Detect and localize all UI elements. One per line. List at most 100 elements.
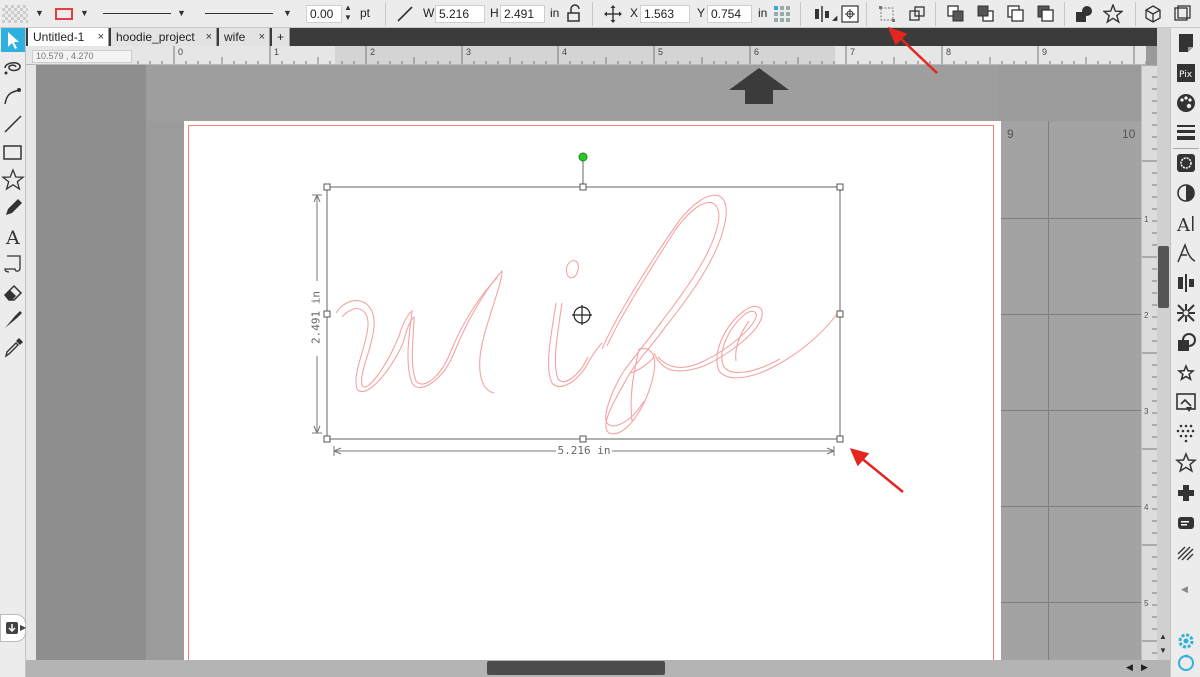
line-dash-dropdown-icon[interactable]: ▼ — [283, 8, 292, 18]
replicate-icon[interactable] — [1175, 302, 1197, 324]
center-to-page-icon[interactable] — [840, 4, 860, 24]
width-label: W — [423, 6, 435, 20]
send-backward-icon[interactable] — [1036, 4, 1056, 24]
star-library-icon[interactable] — [1175, 452, 1197, 474]
tab-wife[interactable]: wife × — [219, 28, 270, 46]
download-icon — [6, 622, 18, 634]
text-icon[interactable]: A — [1, 224, 25, 248]
tab-close-icon[interactable]: × — [206, 28, 212, 46]
height-input[interactable]: 2.491 — [500, 5, 545, 23]
resize-handles — [323, 183, 844, 443]
library-cloud-icon[interactable] — [1172, 4, 1192, 24]
fill-pattern-swatch[interactable] — [2, 5, 28, 23]
eyedropper-icon[interactable] — [1, 336, 25, 360]
text-style-icon[interactable]: A — [1175, 212, 1197, 234]
reference-point-grid-icon[interactable] — [772, 4, 792, 24]
lock-aspect-icon[interactable] — [564, 4, 584, 24]
vruler-label-5: 5 — [1144, 599, 1149, 608]
y-position-input[interactable]: 0.754 — [707, 5, 752, 23]
page-setup-icon[interactable] — [1175, 32, 1197, 54]
horizontal-ruler: 10.579 , 4.270 0 1 2 3 4 5 6 7 8 9 — [26, 46, 1146, 65]
ungroup-icon[interactable] — [907, 4, 927, 24]
x-label: X — [630, 6, 639, 20]
mat-grid-label-9: 9 — [1007, 127, 1014, 141]
tab-untitled-1[interactable]: Untitled-1 × — [28, 28, 109, 46]
selection-overlay — [312, 152, 844, 456]
align-icon[interactable] — [812, 4, 832, 24]
eraser-icon[interactable] — [1, 280, 25, 304]
vertical-scrollbar-thumb[interactable] — [1158, 246, 1169, 308]
collapse-panel-icon[interactable]: ◀ — [1181, 584, 1188, 595]
knife-icon[interactable] — [1, 308, 25, 332]
offset-icon[interactable] — [1175, 362, 1197, 384]
align-icon[interactable] — [1175, 272, 1197, 294]
modify-shapes-icon[interactable] — [1074, 4, 1094, 24]
width-dimension-label: 5.216 in — [557, 444, 611, 457]
panel-divider — [1173, 148, 1199, 149]
dots-pattern-icon[interactable] — [1175, 422, 1197, 444]
horizontal-scrollbar-thumb[interactable] — [487, 661, 665, 675]
tab-close-icon[interactable]: × — [259, 28, 265, 46]
scroll-left-icon[interactable]: ◀ — [1126, 662, 1133, 673]
vertical-ruler-left — [26, 65, 36, 660]
x-position-input[interactable]: 1.563 — [640, 5, 690, 23]
send-to-back-icon[interactable] — [976, 4, 996, 24]
sync-icon[interactable] — [1175, 652, 1197, 674]
add-tab-button[interactable]: + — [272, 28, 290, 46]
align-dropdown-icon[interactable]: ◢ — [832, 14, 837, 22]
fill-dropdown-icon[interactable]: ▼ — [35, 8, 44, 18]
text-on-path-icon[interactable] — [1, 252, 25, 276]
horizontal-scrollbar[interactable]: ◀ ▶ — [26, 660, 1170, 677]
width-input[interactable]: 5.216 — [435, 5, 485, 23]
toolbar-divider — [385, 2, 386, 26]
bring-forward-icon[interactable] — [1006, 4, 1026, 24]
svg-text:Pix: Pix — [1179, 70, 1193, 80]
scroll-down-icon[interactable]: ▼ — [1159, 646, 1167, 655]
size-unit: in — [550, 6, 560, 20]
line-color-dropdown-icon[interactable]: ▼ — [80, 8, 89, 18]
scroll-right-icon[interactable]: ▶ — [1141, 662, 1148, 673]
design-store-star-icon[interactable] — [1103, 4, 1123, 24]
transparency-icon[interactable] — [1175, 182, 1197, 204]
tab-close-icon[interactable]: × — [98, 28, 104, 46]
line-color-swatch[interactable] — [55, 8, 73, 20]
weld-icon[interactable] — [1175, 482, 1197, 504]
line-style-select[interactable] — [103, 13, 171, 14]
pixscan-icon[interactable]: Pix — [1175, 62, 1197, 84]
pencil-icon[interactable] — [1, 196, 25, 220]
tab-hoodie-project[interactable]: hoodie_project × — [111, 28, 217, 46]
star-polygon-icon[interactable] — [1, 168, 25, 192]
toolbar-divider — [1064, 2, 1065, 26]
height-label: H — [490, 6, 499, 20]
trace-icon[interactable] — [1175, 392, 1197, 414]
sketch-icon[interactable] — [1175, 542, 1197, 564]
line-style-dropdown-icon[interactable]: ▼ — [177, 8, 186, 18]
line-icon[interactable] — [1, 112, 25, 136]
modify-icon[interactable] — [1175, 332, 1197, 354]
send-panel-tab[interactable]: ▶ — [0, 614, 26, 642]
scroll-up-icon[interactable]: ▲ — [1159, 632, 1167, 641]
rectangle-icon[interactable] — [1, 140, 25, 164]
tab-label: Untitled-1 — [33, 30, 85, 44]
line-dash-select[interactable] — [205, 13, 273, 14]
3d-cube-icon[interactable] — [1143, 4, 1163, 24]
mat-edge — [146, 65, 998, 121]
rotate-handle — [578, 152, 588, 162]
knife-lasso-icon[interactable] — [1, 56, 25, 80]
line-weight-input[interactable]: 0.00 — [306, 5, 342, 23]
select-arrow-icon[interactable] — [1, 28, 25, 52]
image-effects-icon[interactable] — [1175, 152, 1197, 174]
line-style-icon[interactable] — [1175, 122, 1197, 144]
fill-palette-icon[interactable] — [1175, 92, 1197, 114]
vertical-scrollbar[interactable]: ▲ ▼ — [1157, 28, 1170, 660]
bring-to-front-icon[interactable] — [946, 4, 966, 24]
design-canvas[interactable]: 9 10 5.216 in 2.491 in — [36, 65, 1141, 665]
cut-settings-icon[interactable] — [1175, 512, 1197, 534]
ruler-label-4: 4 — [562, 47, 568, 57]
group-icon[interactable] — [877, 4, 897, 24]
line-weight-unit: pt — [360, 6, 371, 20]
settings-icon[interactable] — [1175, 630, 1197, 652]
bezier-curve-icon[interactable] — [1, 84, 25, 108]
line-weight-stepper-icon[interactable]: ▲ ▼ — [344, 3, 352, 23]
font-icon[interactable] — [1175, 242, 1197, 264]
